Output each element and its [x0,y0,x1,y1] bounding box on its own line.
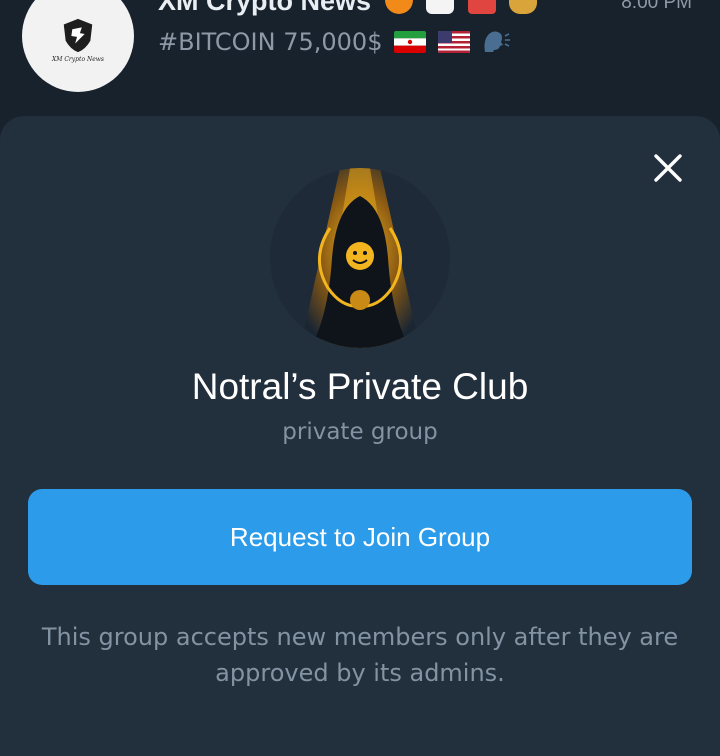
approval-note: This group accepts new members only afte… [41,623,679,687]
us-flag-icon [437,31,470,53]
group-type-label: private group [282,419,438,445]
chat-time: 8:00 PM [621,0,692,13]
chat-title-text: XM Crypto News [158,0,372,16]
chat-preview-text: #BITCOIN 75,000$ [158,28,383,56]
iran-flag-icon [394,31,427,53]
siren-emoji-icon [467,0,496,14]
close-icon [654,154,682,182]
chat-list-item[interactable]: XM Crypto News XM Crypto News 8:00 PM #B… [0,0,720,110]
speaking-head-icon [481,28,511,60]
chat-title: XM Crypto News [158,0,538,17]
group-name: Notral’s Private Club [191,366,529,407]
join-group-sheet: Notral’s Private Club private group Requ… [0,116,720,756]
close-button[interactable] [646,146,690,190]
shield-logo-icon [63,18,93,52]
group-avatar [270,168,450,348]
fire-emoji-icon [384,0,413,14]
money-bag-emoji-icon [509,0,538,14]
request-to-join-button[interactable]: Request to Join Group [28,489,692,585]
chat-preview: #BITCOIN 75,000$ [158,28,511,60]
chart-increasing-emoji-icon [426,0,455,14]
channel-logo-text: XM Crypto News [52,55,104,63]
channel-avatar: XM Crypto News [22,0,134,92]
